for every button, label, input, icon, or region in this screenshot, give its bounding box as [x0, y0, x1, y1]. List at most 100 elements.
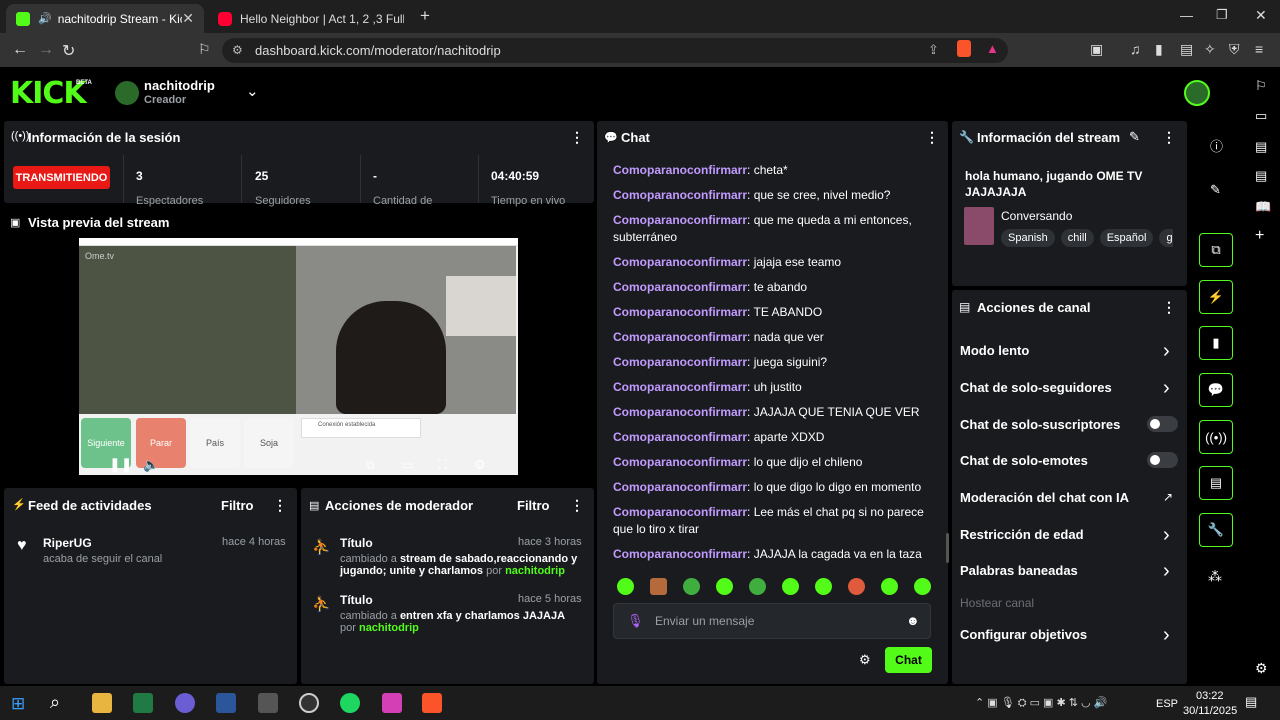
chevron-right-icon[interactable]: › — [1163, 524, 1170, 547]
theater-icon[interactable]: ▭ — [402, 458, 413, 472]
file-explorer-icon[interactable] — [92, 693, 112, 713]
stream-category[interactable]: Conversando — [1001, 209, 1072, 223]
sidebar-icon[interactable]: ▮ — [1155, 41, 1163, 58]
clock-time[interactable]: 03:22 — [1196, 690, 1224, 702]
close-tab-icon[interactable]: ✕ — [182, 10, 194, 27]
chat-username[interactable]: Comoparanoconfirmarr — [613, 547, 747, 561]
browser-tab-kick[interactable]: 🔊 nachitodrip Stream - Kick Da ✕ — [6, 4, 204, 33]
windows-start-icon[interactable]: ⊞ — [11, 694, 25, 714]
chevron-down-icon[interactable]: ⌄ — [246, 82, 259, 100]
info-icon[interactable]: ⓘ — [1210, 136, 1223, 155]
more-options-icon[interactable]: ⋮ — [925, 129, 939, 146]
user-avatar[interactable] — [1184, 80, 1210, 106]
category-thumbnail[interactable] — [964, 207, 994, 245]
chat-settings-icon[interactable]: ⚙ — [859, 652, 871, 668]
gender-button[interactable]: Soja — [244, 418, 294, 468]
volume-icon[interactable]: 🔈 — [143, 457, 159, 473]
app-icon[interactable] — [382, 693, 402, 713]
chat-username[interactable]: Comoparanoconfirmarr — [613, 213, 747, 227]
back-icon[interactable]: ← — [12, 41, 28, 59]
lightning-icon[interactable]: ⚡ — [1199, 280, 1233, 314]
new-tab-icon[interactable]: + — [420, 6, 430, 26]
layout-icon[interactable]: ⧉ — [1199, 233, 1233, 267]
extension-icon[interactable]: ▣ — [1090, 41, 1103, 58]
browser-tab-youtube[interactable]: Hello Neighbor | Act 1, 2 ,3 Full Walk — [208, 4, 414, 33]
chat-username[interactable]: Comoparanoconfirmarr — [613, 355, 747, 369]
brave-rewards-icon[interactable]: ▲ — [986, 41, 999, 56]
url-input[interactable]: ⚙ dashboard.kick.com/moderator/nachitodr… — [222, 38, 1008, 63]
more-options-icon[interactable]: ⋮ — [570, 497, 584, 514]
tag[interactable]: Español — [1099, 229, 1154, 247]
menu-icon[interactable]: ≡ — [1255, 41, 1263, 57]
emote-icon[interactable] — [815, 578, 832, 595]
chat-send-button[interactable]: Chat — [885, 647, 932, 673]
word-icon[interactable] — [216, 693, 236, 713]
channel-action-label[interactable]: Chat de solo-emotes — [960, 453, 1088, 468]
tv-icon[interactable]: ▭ — [1255, 108, 1267, 124]
settings-icon[interactable]: ⚙ — [474, 457, 486, 473]
more-options-icon[interactable]: ⋮ — [273, 497, 287, 514]
external-link-icon[interactable]: ↗ — [1163, 490, 1173, 504]
notifications-icon[interactable]: ▤ — [1245, 694, 1257, 710]
chat-username[interactable]: Comoparanoconfirmarr — [613, 255, 747, 269]
emote-icon[interactable] — [683, 578, 700, 595]
chevron-right-icon[interactable]: › — [1163, 560, 1170, 583]
fullscreen-icon[interactable]: ⛶ — [438, 457, 447, 473]
tag[interactable]: chill — [1060, 229, 1094, 247]
chat-scrollbar[interactable] — [946, 533, 949, 563]
add-icon[interactable]: + — [1255, 227, 1264, 245]
chat-username[interactable]: Comoparanoconfirmarr — [613, 163, 747, 177]
country-button[interactable]: País — [190, 418, 240, 468]
emote-icon[interactable] — [749, 578, 766, 595]
toggle-switch[interactable] — [1147, 416, 1178, 432]
chat-username[interactable]: Comoparanoconfirmarr — [613, 430, 747, 444]
channel-action-label[interactable]: Palabras baneadas — [960, 563, 1078, 578]
excel-icon[interactable] — [133, 693, 153, 713]
wallet-icon[interactable]: ▤ — [1180, 41, 1193, 58]
chat-username[interactable]: Comoparanoconfirmarr — [613, 480, 747, 494]
brave-shield-icon[interactable] — [957, 40, 971, 57]
bookmark-icon[interactable]: ⚐ — [198, 41, 211, 58]
toggle-switch[interactable] — [1147, 452, 1178, 468]
broadcast-icon[interactable]: ((•)) — [1199, 420, 1233, 454]
emote-icon[interactable] — [914, 578, 931, 595]
emote-icon[interactable] — [716, 578, 733, 595]
chat-username[interactable]: Comoparanoconfirmarr — [613, 330, 747, 344]
tray-icons[interactable]: ⌃ ▣ 🎙 ⛭ ▭ ▣ ✱ ⇅ ◡ 🔊 — [975, 696, 1107, 710]
language-indicator[interactable]: ESP — [1156, 698, 1178, 710]
notes-icon[interactable]: ▤ — [1255, 168, 1267, 184]
emote-icon[interactable] — [782, 578, 799, 595]
channel-action-label[interactable]: Hostear canal — [960, 596, 1034, 610]
music-icon[interactable]: ♫ — [1130, 41, 1141, 57]
microphone-icon[interactable]: 🎙 — [627, 613, 644, 629]
emoji-icon[interactable]: ☻ — [906, 613, 920, 628]
chevron-right-icon[interactable]: › — [1163, 624, 1170, 647]
channel-action-label[interactable]: Chat de solo-seguidores — [960, 380, 1112, 395]
channel-avatar[interactable] — [115, 81, 139, 105]
chat-username[interactable]: Comoparanoconfirmarr — [613, 188, 747, 202]
copilot-icon[interactable] — [175, 693, 195, 713]
forward-icon[interactable]: → — [38, 41, 54, 59]
chat-icon[interactable]: 💬 — [1199, 373, 1233, 407]
chat-username[interactable]: Comoparanoconfirmarr — [613, 455, 747, 469]
vpn-icon[interactable]: ⛨ — [1229, 41, 1240, 58]
search-icon[interactable]: ⌕ — [50, 692, 60, 713]
modactions-filter-button[interactable]: Filtro — [517, 498, 550, 513]
apps-icon[interactable]: ⁂ — [1208, 568, 1222, 585]
emote-icon[interactable] — [848, 578, 865, 595]
chat-username[interactable]: Comoparanoconfirmarr — [613, 280, 747, 294]
more-options-icon[interactable]: ⋮ — [1162, 299, 1176, 316]
minimize-icon[interactable]: — — [1180, 8, 1193, 23]
action-user[interactable]: nachitodrip — [505, 565, 565, 577]
chevron-right-icon[interactable]: › — [1163, 340, 1170, 363]
channel-action-label[interactable]: Restricción de edad — [960, 527, 1084, 542]
chat-input[interactable]: 🎙 Enviar un mensaje ☻ — [613, 603, 931, 639]
chat-username[interactable]: Comoparanoconfirmarr — [613, 380, 747, 394]
reload-icon[interactable]: ↻ — [62, 41, 75, 61]
server-icon[interactable]: ▤ — [1199, 466, 1233, 500]
share-icon[interactable]: ⇪ — [928, 42, 939, 58]
wrench-icon[interactable]: 🔧 — [1199, 513, 1233, 547]
stream-preview-video[interactable]: Ome.tv Siguiente Parar País Soja Conexió… — [79, 238, 518, 475]
channel-action-label[interactable]: Moderación del chat con IA — [960, 490, 1129, 505]
maximize-icon[interactable]: ❐ — [1216, 7, 1228, 23]
